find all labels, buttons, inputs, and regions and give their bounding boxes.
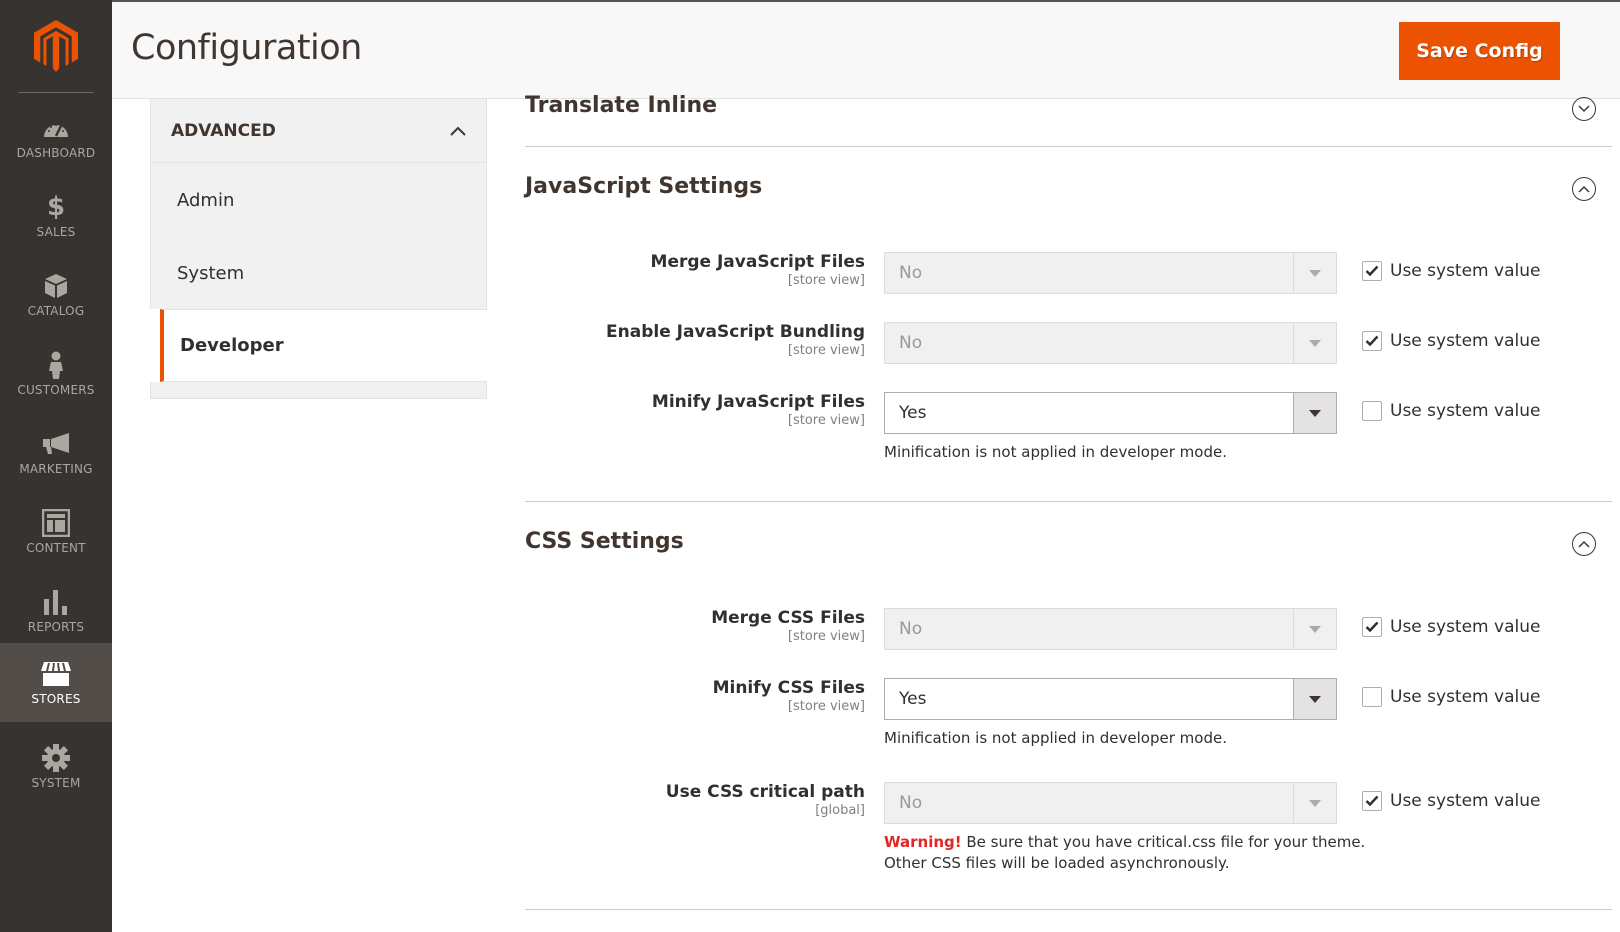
field-js-bundling: Enable JavaScript Bundling [store view] … [525,322,1612,364]
chevron-up-circle-icon[interactable] [1572,177,1596,201]
tab-list: Admin System [150,163,487,309]
dropdown-arrow-icon [1293,783,1336,823]
js-bundling-select: No [884,322,1337,364]
field-label: Minify JavaScript Files [store view] [651,392,865,428]
logo-divider [18,92,94,93]
page-title: Configuration [131,28,362,68]
tab-group-advanced[interactable]: ADVANCED [150,99,487,163]
nav-label: Dashboard [16,145,96,160]
nav-label: Reports [27,619,85,634]
section-title[interactable]: Translate Inline [525,93,717,118]
field-merge-css: Merge CSS Files [store view] No Use syst… [525,608,1612,650]
section-translate-inline: Translate Inline [525,93,1612,147]
page-header: Configuration Save Config [112,0,1620,99]
nav-customers[interactable]: Customers [0,334,112,413]
layout-icon [42,508,70,537]
checkbox-checked-icon [1362,261,1382,281]
bar-chart-icon [43,588,69,616]
dollar-icon: $ [46,191,66,222]
nav-label: Stores [31,691,81,706]
dropdown-arrow-icon [1293,679,1336,719]
checkbox-unchecked-icon [1362,687,1382,707]
nav-label: System [31,775,81,790]
section-title[interactable]: JavaScript Settings [525,174,762,199]
field-note: Minification is not applied in developer… [884,443,1227,461]
nav-label: Sales [36,224,76,239]
field-note: Minification is not applied in developer… [884,729,1227,747]
tab-group-title: ADVANCED [171,120,276,141]
field-label: Merge CSS Files [store view] [711,608,865,644]
storefront-icon [40,660,72,688]
save-config-button[interactable]: Save Config [1399,22,1560,80]
tab-developer[interactable]: Developer [160,309,487,382]
magento-logo[interactable] [0,0,112,92]
field-minify-css: Minify CSS Files [store view] Yes Use sy… [525,678,1612,747]
box-icon [44,272,68,300]
use-system-value-checkbox[interactable]: Use system value [1362,617,1540,637]
magento-logo-icon [34,20,78,72]
css-critical-path-select: No [884,782,1337,824]
nav-dashboard[interactable]: Dashboard [0,97,112,176]
field-minify-js: Minify JavaScript Files [store view] Yes… [525,392,1612,461]
gear-icon [42,743,70,772]
nav-reports[interactable]: Reports [0,571,112,650]
person-icon [48,351,64,379]
nav-stores[interactable]: Stores [0,643,112,722]
minify-css-select[interactable]: Yes [884,678,1337,720]
merge-css-select: No [884,608,1337,650]
warning-label: Warning! [884,833,962,851]
nav-label: Content [26,540,86,555]
nav-label: Customers [17,382,95,397]
merge-js-select: No [884,252,1337,294]
use-system-value-checkbox[interactable]: Use system value [1362,331,1540,351]
field-label: Merge JavaScript Files [store view] [650,252,865,288]
nav-sales[interactable]: $ Sales [0,176,112,255]
nav-system[interactable]: System [0,727,112,806]
section-javascript-settings: JavaScript Settings Merge JavaScript Fil… [525,147,1612,502]
checkbox-unchecked-icon [1362,401,1382,421]
field-warning-note: Warning! Be sure that you have critical.… [884,833,1366,872]
chevron-up-icon [450,121,466,140]
field-label: Minify CSS Files [store view] [712,678,865,714]
minify-js-select[interactable]: Yes [884,392,1337,434]
checkbox-checked-icon [1362,791,1382,811]
chevron-up-circle-icon[interactable] [1572,532,1596,556]
chevron-down-circle-icon[interactable] [1572,97,1596,121]
checkbox-checked-icon [1362,331,1382,351]
nav-label: Marketing [19,461,93,476]
field-label: Use CSS critical path [global] [665,782,865,818]
megaphone-icon [42,430,70,458]
field-css-critical-path: Use CSS critical path [global] No Use sy… [525,782,1612,872]
dropdown-arrow-icon [1293,253,1336,293]
use-system-value-checkbox[interactable]: Use system value [1362,261,1540,281]
config-tabs: ADVANCED Admin System Developer [150,99,487,399]
nav-catalog[interactable]: Catalog [0,255,112,334]
nav-content[interactable]: Content [0,492,112,571]
field-merge-js: Merge JavaScript Files [store view] No U… [525,252,1612,294]
admin-sidebar: Dashboard $ Sales Catalog Customers Mark… [0,0,112,932]
tab-system[interactable]: System [151,236,486,309]
dropdown-arrow-icon [1293,323,1336,363]
config-content: Translate Inline JavaScript Settings Mer… [525,93,1612,910]
use-system-value-checkbox[interactable]: Use system value [1362,791,1540,811]
dropdown-arrow-icon [1293,609,1336,649]
use-system-value-checkbox[interactable]: Use system value [1362,401,1540,421]
tab-list-footer [150,382,487,399]
checkbox-checked-icon [1362,617,1382,637]
use-system-value-checkbox[interactable]: Use system value [1362,687,1540,707]
dropdown-arrow-icon [1293,393,1336,433]
nav-label: Catalog [27,303,85,318]
field-label: Enable JavaScript Bundling [store view] [606,322,865,358]
section-css-settings: CSS Settings Merge CSS Files [store view… [525,502,1612,910]
dashboard-icon [42,114,70,142]
section-title[interactable]: CSS Settings [525,529,684,554]
nav-marketing[interactable]: Marketing [0,413,112,492]
tab-admin[interactable]: Admin [151,163,486,236]
